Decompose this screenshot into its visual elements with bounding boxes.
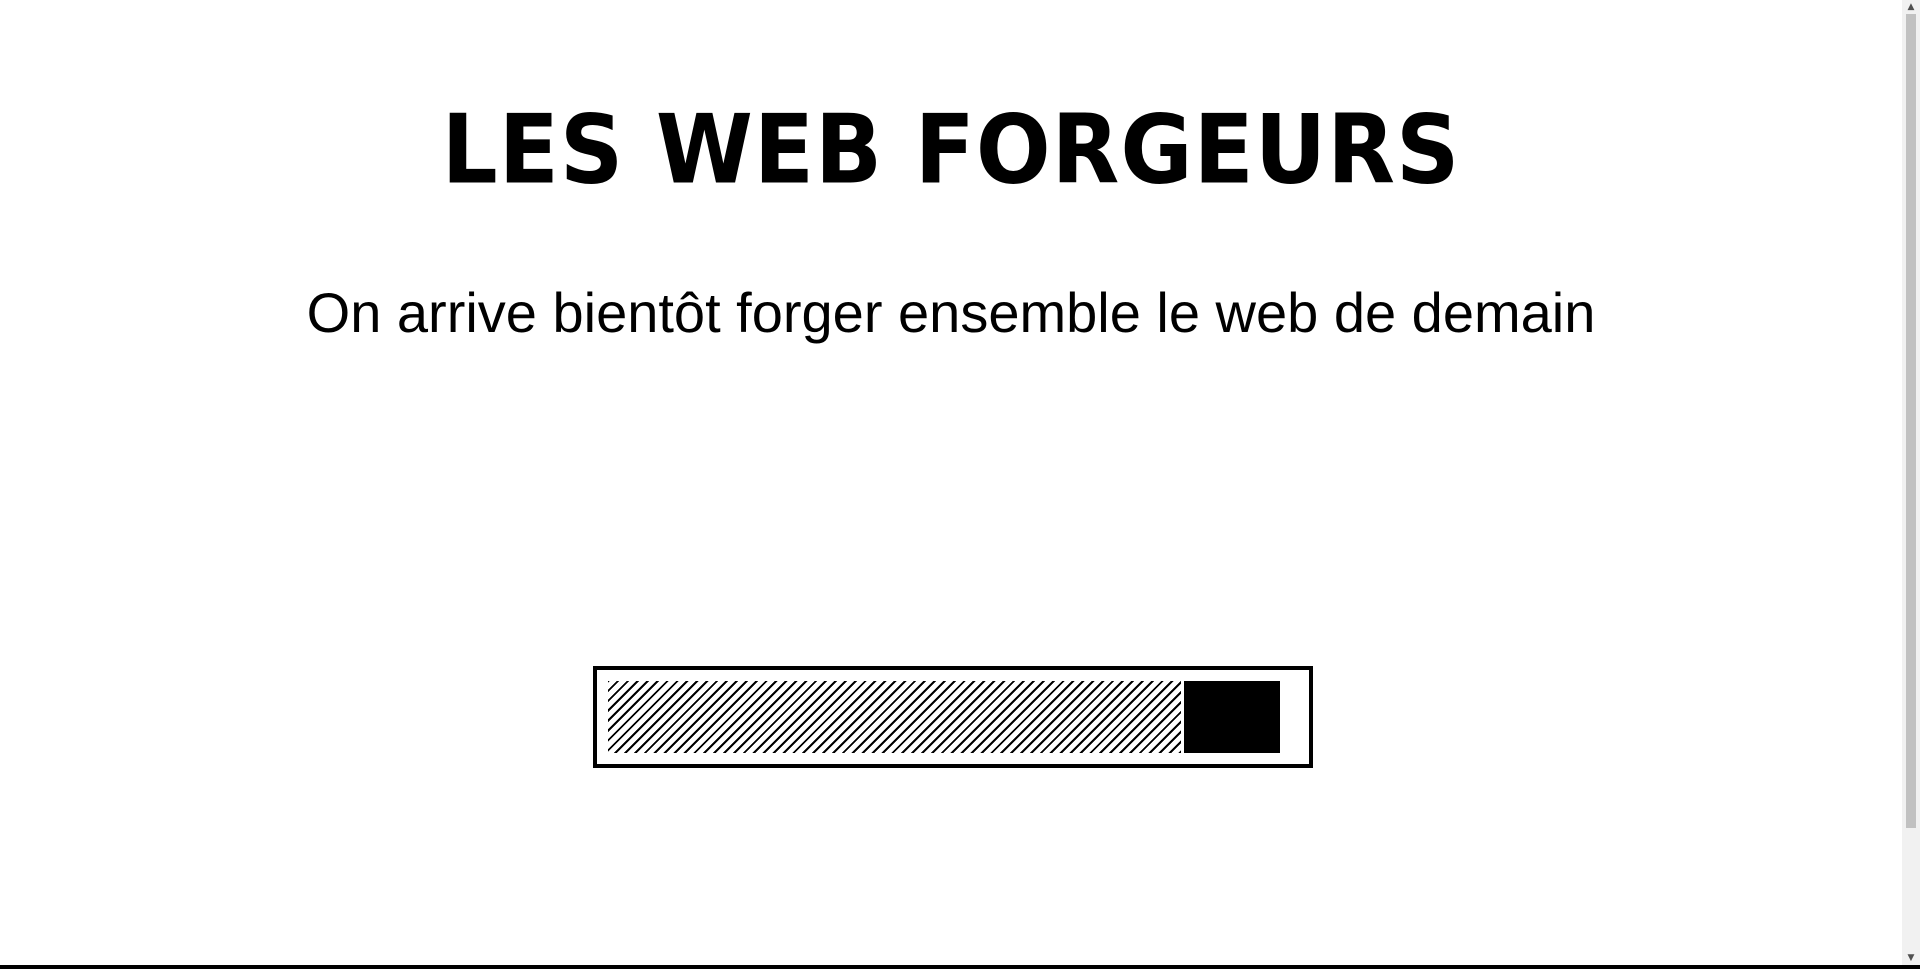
scroll-up-icon[interactable]: ▲	[1902, 0, 1920, 14]
page-title: LES WEB FORGEURS	[441, 93, 1461, 206]
coming-soon-page: LES WEB FORGEURS On arrive bientôt forge…	[0, 0, 1902, 965]
scrollbar-thumb[interactable]	[1906, 14, 1916, 828]
tagline: On arrive bientôt forger ensemble le web…	[306, 281, 1596, 344]
progress-track	[608, 681, 1298, 753]
bottom-divider	[0, 965, 1920, 969]
progress-fill	[608, 681, 1181, 753]
progress-handle	[1184, 681, 1280, 753]
scroll-down-icon[interactable]: ▼	[1902, 951, 1920, 965]
progress-bar	[593, 666, 1313, 768]
vertical-scrollbar[interactable]: ▲ ▼	[1902, 0, 1920, 965]
